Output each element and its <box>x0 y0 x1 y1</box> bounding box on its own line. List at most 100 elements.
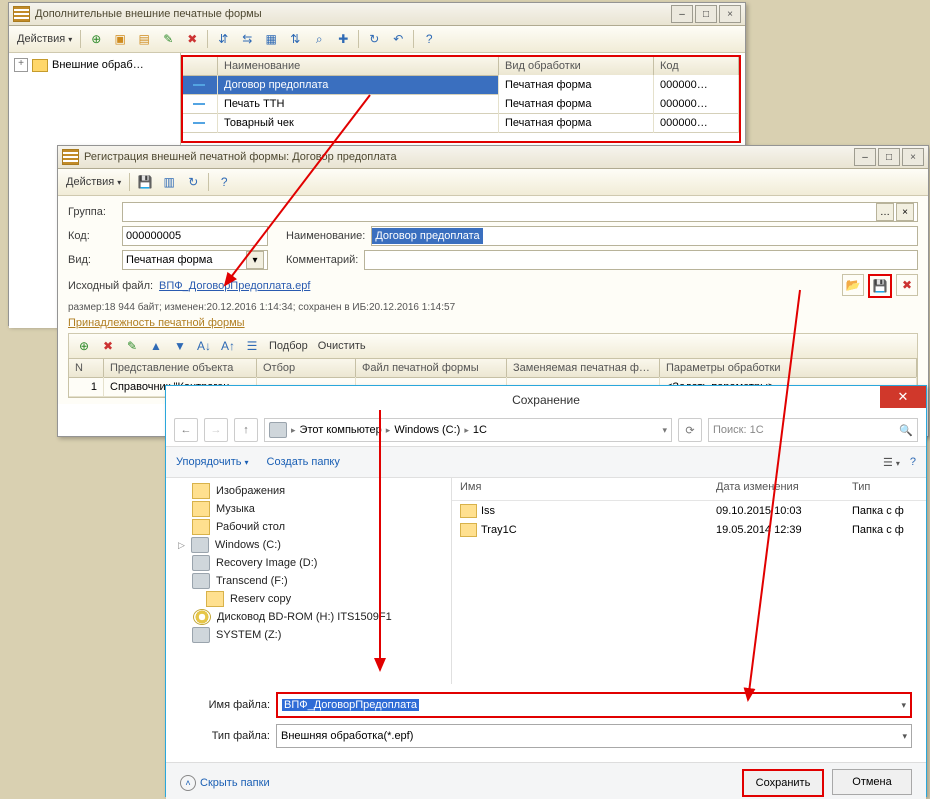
save-file-icon[interactable]: 💾 <box>868 274 892 298</box>
move-icon[interactable]: ⇵ <box>212 28 234 50</box>
filename-input[interactable]: ВПФ_ДоговорПредоплата▾ <box>276 692 912 718</box>
clear-button[interactable]: Очистить <box>314 336 370 356</box>
col-name[interactable]: Имя <box>452 478 708 500</box>
add-folder-icon[interactable]: ▣ <box>109 28 131 50</box>
col-date[interactable]: Дата изменения <box>708 478 844 500</box>
help-icon[interactable]: ? <box>213 171 235 193</box>
add-icon[interactable]: ⊕ <box>85 28 107 50</box>
organize-menu[interactable]: Упорядочить ▾ <box>176 456 249 468</box>
tree-item[interactable]: Рабочий стол <box>166 518 451 536</box>
close-button[interactable]: ✕ <box>880 386 926 408</box>
tree-root[interactable]: + Внешние обраб… <box>12 56 177 74</box>
tree-item[interactable]: Recovery Image (D:) <box>166 554 451 572</box>
sort-az-icon[interactable]: A↓ <box>193 335 215 357</box>
drive-icon <box>192 627 210 643</box>
back-button[interactable]: ← <box>174 418 198 442</box>
up-icon[interactable]: ▲ <box>145 335 167 357</box>
minimize-button[interactable]: – <box>854 148 876 166</box>
filetype-select[interactable]: Внешняя обработка(*.epf)▾ <box>276 724 912 748</box>
close-button[interactable]: × <box>902 148 924 166</box>
list-item[interactable]: Iss 09.10.2015 10:03 Папка с ф <box>452 501 926 520</box>
refresh-button[interactable]: ⟳ <box>678 418 702 442</box>
col-obj[interactable]: Представление объекта <box>104 359 257 377</box>
edit-row-icon[interactable]: ✎ <box>121 335 143 357</box>
hierarchy-icon[interactable]: ⇆ <box>236 28 258 50</box>
delete-row-icon[interactable]: ✖ <box>97 335 119 357</box>
save-button[interactable]: Сохранить <box>742 769 824 797</box>
cell-type: Папка с ф <box>844 504 912 518</box>
help-icon[interactable]: ? <box>418 28 440 50</box>
search-input[interactable]: Поиск: 1C 🔍 <box>708 418 918 442</box>
tree-item[interactable]: Дисковод BD-ROM (H:) ITS1509F1 <box>166 608 451 626</box>
filter-icon[interactable]: ▦ <box>260 28 282 50</box>
selection-button[interactable]: Подбор <box>265 336 312 356</box>
name-input[interactable]: Договор предоплата <box>371 226 918 246</box>
actions-menu[interactable]: Действия▾ <box>62 172 125 192</box>
edit-icon[interactable]: ✎ <box>157 28 179 50</box>
breadcrumb[interactable]: ▸ Этот компьютер▸ Windows (C:)▸ 1C ▾ <box>264 418 672 442</box>
hide-folders-link[interactable]: ˄Скрыть папки <box>180 775 270 791</box>
select-button[interactable]: … <box>876 203 894 221</box>
undo-icon[interactable]: ↶ <box>387 28 409 50</box>
minimize-button[interactable]: – <box>671 5 693 23</box>
group-input[interactable]: …× <box>122 202 918 222</box>
srcfile-link[interactable]: ВПФ_ДоговорПредоплата.epf <box>159 280 310 292</box>
close-button[interactable]: × <box>719 5 741 23</box>
col-name[interactable]: Наименование <box>218 57 499 75</box>
refresh-icon[interactable]: ↻ <box>363 28 385 50</box>
crumb-c[interactable]: Windows (C:) <box>394 424 460 436</box>
list-icon[interactable]: ☰ <box>241 335 263 357</box>
clear-file-icon[interactable]: ✖ <box>896 274 918 296</box>
row-icon <box>193 103 205 105</box>
find-icon[interactable]: ⌕ <box>308 28 330 50</box>
sort-za-icon[interactable]: A↑ <box>217 335 239 357</box>
tree-item[interactable]: Изображения <box>166 482 451 500</box>
row-icon <box>193 84 205 86</box>
maximize-button[interactable]: □ <box>695 5 717 23</box>
delete-icon[interactable]: ✖ <box>181 28 203 50</box>
tree-item[interactable]: Музыка <box>166 500 451 518</box>
cell-type: Печатная форма <box>499 113 654 133</box>
tree-item[interactable]: Reserv copy <box>166 590 451 608</box>
expand-icon[interactable]: + <box>14 58 28 72</box>
table-row[interactable]: Договор предоплата Печатная форма 000000… <box>183 76 739 95</box>
crumb-folder[interactable]: 1C <box>473 424 487 436</box>
col-params[interactable]: Параметры обработки <box>660 359 917 377</box>
actions-menu[interactable]: Действия▾ <box>13 29 76 49</box>
col-replace[interactable]: Заменяемая печатная ф… <box>507 359 660 377</box>
table-row[interactable]: Товарный чек Печатная форма 000000… <box>183 114 739 133</box>
up-button[interactable]: ↑ <box>234 418 258 442</box>
col-type[interactable]: Вид обработки <box>499 57 654 75</box>
maximize-button[interactable]: □ <box>878 148 900 166</box>
help-icon[interactable]: ? <box>910 456 916 468</box>
crumb-pc[interactable]: Этот компьютер <box>300 424 382 436</box>
add-row-icon[interactable]: ⊕ <box>73 335 95 357</box>
save-icon[interactable]: 💾 <box>134 171 156 193</box>
nav-bar: ← → ↑ ▸ Этот компьютер▸ Windows (C:)▸ 1C… <box>166 414 926 447</box>
cancel-button[interactable]: Отмена <box>832 769 912 795</box>
copy-icon[interactable]: ▤ <box>133 28 155 50</box>
refresh-icon[interactable]: ↻ <box>182 171 204 193</box>
filter2-icon[interactable]: ✚ <box>332 28 354 50</box>
table-row[interactable]: Печать ТТН Печатная форма 000000… <box>183 95 739 114</box>
down-icon[interactable]: ▼ <box>169 335 191 357</box>
col-filter[interactable]: Отбор <box>257 359 356 377</box>
new-folder-button[interactable]: Создать папку <box>267 456 340 468</box>
col-file[interactable]: Файл печатной формы <box>356 359 507 377</box>
tree-item[interactable]: Transcend (F:) <box>166 572 451 590</box>
tree-item[interactable]: SYSTEM (Z:) <box>166 626 451 644</box>
view-menu[interactable]: ☰ ▾ <box>883 456 900 469</box>
open-file-icon[interactable]: 📂 <box>842 274 864 296</box>
kind-select[interactable]: Печатная форма▾ <box>122 250 268 270</box>
col-n[interactable]: N <box>69 359 104 377</box>
col-type[interactable]: Тип <box>844 478 878 500</box>
col-code[interactable]: Код <box>654 57 739 75</box>
comment-input[interactable] <box>364 250 918 270</box>
sort-icon[interactable]: ⇅ <box>284 28 306 50</box>
folder-icon[interactable]: ▥ <box>158 171 180 193</box>
tree-item[interactable]: ▷Windows (C:) <box>166 536 451 554</box>
list-item[interactable]: Tray1C 19.05.2014 12:39 Папка с ф <box>452 520 926 539</box>
clear-button[interactable]: × <box>896 203 914 221</box>
code-input[interactable]: 000000005 <box>122 226 268 246</box>
dropdown-button[interactable]: ▾ <box>246 251 264 269</box>
